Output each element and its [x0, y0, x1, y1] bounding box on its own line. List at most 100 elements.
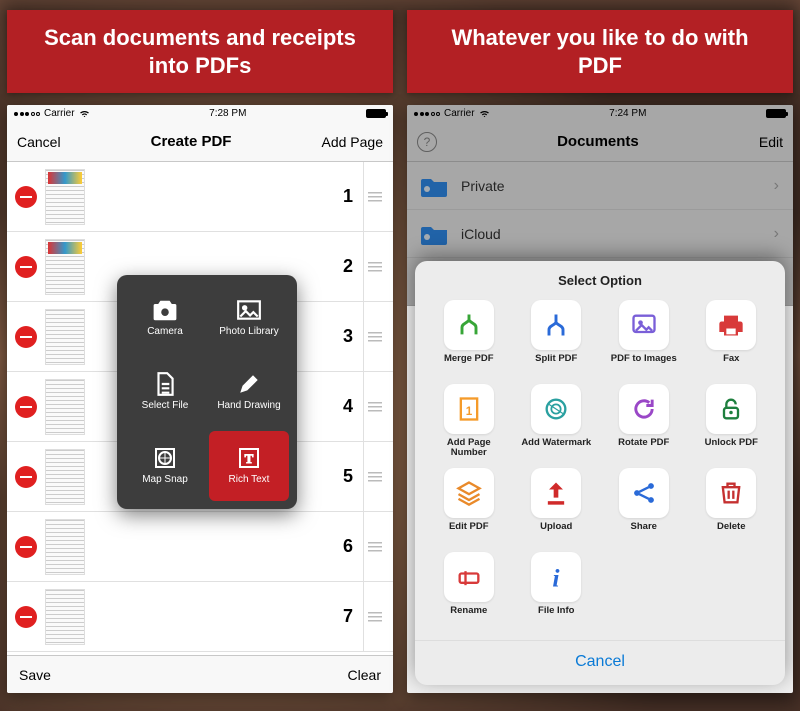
navbar: ? Documents Edit: [407, 122, 793, 162]
folder-row[interactable]: Private›: [407, 162, 793, 210]
page-thumbnail[interactable]: [45, 589, 85, 645]
svg-text:i: i: [553, 563, 561, 591]
sheet-option-rename[interactable]: Rename: [429, 552, 509, 626]
page-thumbnail[interactable]: [45, 309, 85, 365]
popover-camera[interactable]: Camera: [125, 283, 205, 353]
status-bar: Carrier 7:28 PM: [7, 105, 393, 122]
page-number: 2: [343, 256, 363, 277]
delete-page-button[interactable]: [15, 396, 37, 418]
sheet-option-fax[interactable]: Fax: [692, 300, 772, 374]
clear-button[interactable]: Clear: [348, 667, 381, 683]
help-button[interactable]: ?: [417, 132, 437, 152]
sheet-option-label: Rename: [450, 606, 487, 626]
reorder-handle[interactable]: [363, 442, 385, 511]
delete-page-button[interactable]: [15, 186, 37, 208]
popover-pen[interactable]: Hand Drawing: [209, 357, 289, 427]
status-time: 7:28 PM: [209, 108, 246, 119]
page-thumbnail[interactable]: [45, 519, 85, 575]
richtext-icon: T: [236, 447, 262, 469]
delete-page-button[interactable]: [15, 606, 37, 628]
popover-file[interactable]: Select File: [125, 357, 205, 427]
page-number: 3: [343, 326, 363, 347]
sheet-option-label: Delete: [717, 522, 746, 542]
sheet-option-rotate[interactable]: Rotate PDF: [604, 384, 684, 458]
sheet-option-merge[interactable]: Merge PDF: [429, 300, 509, 374]
popover-richtext[interactable]: T Rich Text: [209, 431, 289, 501]
edit-button[interactable]: Edit: [759, 134, 783, 150]
bottom-toolbar: Save Clear: [7, 655, 393, 693]
wifi-icon: [79, 110, 90, 118]
share-icon: [619, 468, 669, 518]
trash-icon: [706, 468, 756, 518]
sheet-option-unlock[interactable]: Unlock PDF: [692, 384, 772, 458]
left-phone: Carrier 7:28 PM Cancel Create PDF Add Pa…: [7, 105, 393, 693]
photo-icon: [236, 299, 262, 321]
page-number: 5: [343, 466, 363, 487]
status-time: 7:24 PM: [609, 108, 646, 119]
add-page-button[interactable]: Add Page: [321, 134, 383, 150]
popover-map[interactable]: Map Snap: [125, 431, 205, 501]
sheet-option-upload[interactable]: Upload: [517, 468, 597, 542]
split-icon: [531, 300, 581, 350]
carrier-label: Carrier: [44, 108, 75, 119]
chevron-right-icon: ›: [774, 225, 779, 243]
sheet-option-label: Fax: [723, 354, 739, 374]
sheet-option-label: Unlock PDF: [705, 438, 758, 458]
file-icon: [152, 373, 178, 395]
left-banner: Scan documents and receipts into PDFs: [7, 10, 393, 93]
page-number: 7: [343, 606, 363, 627]
page-thumbnail[interactable]: [45, 169, 85, 225]
reorder-handle[interactable]: [363, 582, 385, 651]
folder-label: iCloud: [461, 226, 762, 242]
reorder-handle[interactable]: [363, 512, 385, 581]
battery-icon: [366, 109, 386, 118]
rename-icon: [444, 552, 494, 602]
popover-label: Rich Text: [229, 474, 270, 485]
pagenum-icon: 1: [444, 384, 494, 434]
sheet-option-watermark[interactable]: Add Watermark: [517, 384, 597, 458]
popover-photo[interactable]: Photo Library: [209, 283, 289, 353]
svg-text:T: T: [245, 451, 254, 466]
delete-page-button[interactable]: [15, 466, 37, 488]
sheet-cancel-button[interactable]: Cancel: [415, 640, 785, 685]
delete-page-button[interactable]: [15, 326, 37, 348]
popover-label: Map Snap: [142, 474, 188, 485]
nav-title: Create PDF: [151, 133, 232, 150]
delete-page-button[interactable]: [15, 536, 37, 558]
reorder-handle[interactable]: [363, 162, 385, 231]
chevron-right-icon: ›: [774, 177, 779, 195]
folder-icon: [421, 175, 449, 197]
sheet-option-label: PDF to Images: [611, 354, 677, 374]
right-phone: Carrier 7:24 PM ? Documents Edit Private…: [407, 105, 793, 693]
folder-row[interactable]: iCloud ›: [407, 210, 793, 258]
page-thumbnail[interactable]: [45, 449, 85, 505]
page-thumbnail[interactable]: [45, 239, 85, 295]
cancel-button[interactable]: Cancel: [17, 134, 61, 150]
page-row[interactable]: 6: [7, 512, 393, 582]
status-bar: Carrier 7:24 PM: [407, 105, 793, 122]
sheet-option-share[interactable]: Share: [604, 468, 684, 542]
sheet-option-info[interactable]: iFile Info: [517, 552, 597, 626]
nav-title: Documents: [557, 133, 639, 150]
page-thumbnail[interactable]: [45, 379, 85, 435]
sheet-option-trash[interactable]: Delete: [692, 468, 772, 542]
reorder-handle[interactable]: [363, 372, 385, 441]
reorder-handle[interactable]: [363, 302, 385, 371]
sheet-option-label: Add Page Number: [429, 438, 509, 458]
sheet-option-pagenum[interactable]: 1 Add Page Number: [429, 384, 509, 458]
page-row[interactable]: 7: [7, 582, 393, 652]
delete-page-button[interactable]: [15, 256, 37, 278]
rotate-icon: [619, 384, 669, 434]
sheet-option-label: Upload: [540, 522, 572, 542]
sheet-option-split[interactable]: Split PDF: [517, 300, 597, 374]
info-icon: i: [531, 552, 581, 602]
sheet-option-layers[interactable]: Edit PDF: [429, 468, 509, 542]
reorder-handle[interactable]: [363, 232, 385, 301]
page-row[interactable]: 1: [7, 162, 393, 232]
sheet-title: Select Option: [415, 261, 785, 296]
sheet-option-image[interactable]: PDF to Images: [604, 300, 684, 374]
save-button[interactable]: Save: [19, 667, 51, 683]
layers-icon: [444, 468, 494, 518]
page-number: 6: [343, 536, 363, 557]
popover-label: Photo Library: [219, 326, 278, 337]
